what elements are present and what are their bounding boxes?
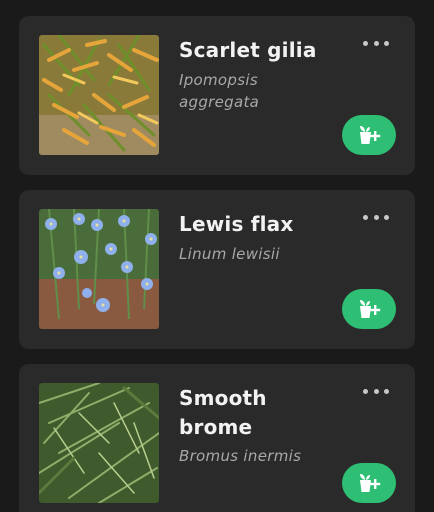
add-to-garden-button[interactable] xyxy=(342,289,396,329)
plant-list: Scarlet gilia Ipomopsis aggregata Lewis … xyxy=(0,0,434,512)
smooth-brome-image xyxy=(39,383,159,503)
scarlet-gilia-image xyxy=(39,35,159,155)
dot xyxy=(384,214,389,220)
plant-photo[interactable] xyxy=(39,209,159,329)
dot xyxy=(373,388,379,394)
plant-card[interactable]: Scarlet gilia Ipomopsis aggregata xyxy=(19,16,415,175)
add-to-garden-icon xyxy=(360,126,381,144)
plant-card[interactable]: Smooth brome Bromus inermis xyxy=(19,364,415,512)
lewis-flax-image xyxy=(39,209,159,329)
plant-scientific-name: Bromus inermis xyxy=(179,447,302,465)
dot xyxy=(363,40,368,46)
plant-common-name: Lewis flax xyxy=(179,212,294,236)
dot xyxy=(363,388,368,394)
plant-scientific-name: Ipomopsis aggregata xyxy=(179,71,260,111)
plant-card[interactable]: Lewis flax Linum lewisii xyxy=(19,190,415,349)
dot xyxy=(373,40,379,46)
plant-common-name: Smooth brome xyxy=(179,386,267,439)
more-options-icon[interactable] xyxy=(363,208,389,226)
add-to-garden-button[interactable] xyxy=(342,115,396,155)
plant-common-name: Scarlet gilia xyxy=(179,38,317,62)
add-to-garden-button[interactable] xyxy=(342,463,396,503)
dot xyxy=(384,388,389,394)
dot xyxy=(373,214,379,220)
dot xyxy=(384,40,389,46)
add-to-garden-icon xyxy=(360,300,381,318)
plant-photo[interactable] xyxy=(39,35,159,155)
plant-scientific-name: Linum lewisii xyxy=(179,245,280,263)
more-options-icon[interactable] xyxy=(363,382,389,400)
dot xyxy=(363,214,368,220)
plant-photo[interactable] xyxy=(39,383,159,503)
more-options-icon[interactable] xyxy=(363,34,389,52)
add-to-garden-icon xyxy=(360,474,381,492)
